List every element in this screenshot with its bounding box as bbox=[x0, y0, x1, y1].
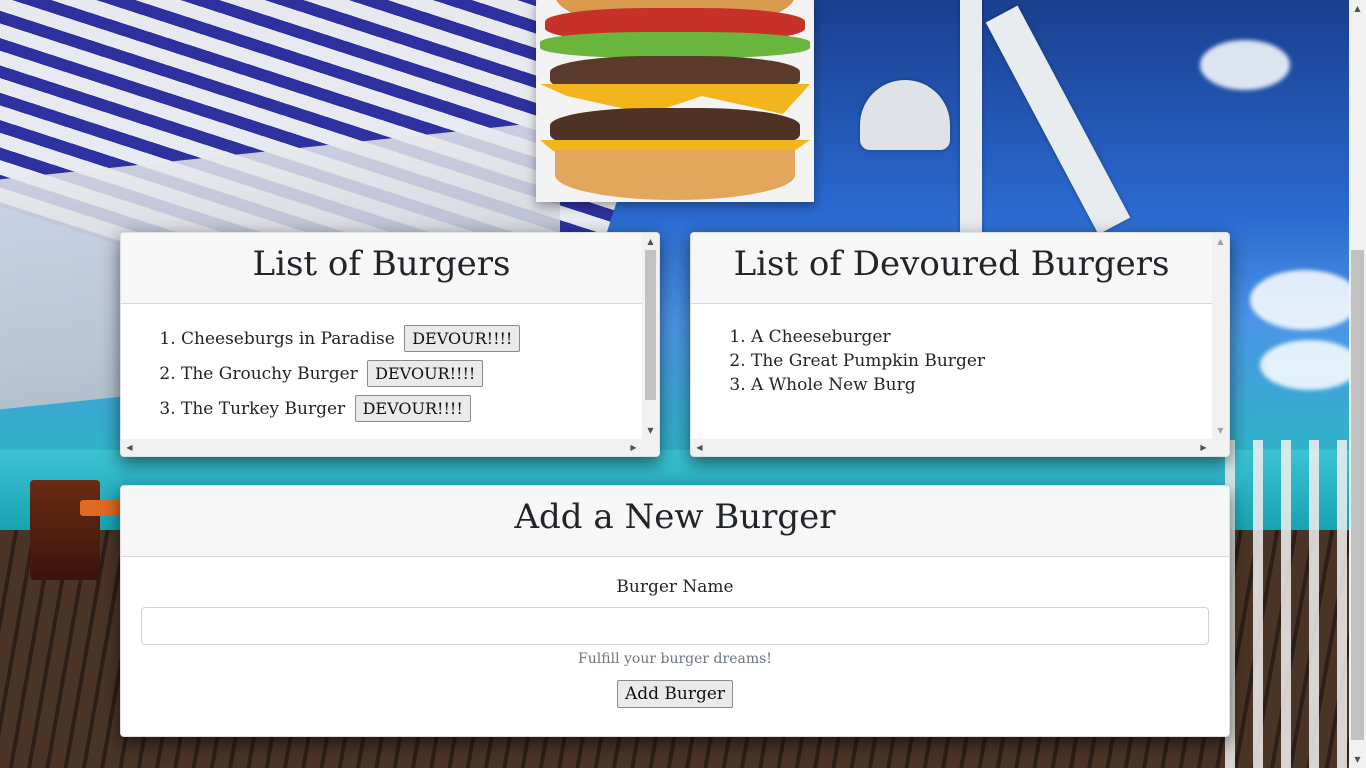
list-item: The Turkey Burger DEVOUR!!!! bbox=[181, 395, 642, 422]
list-item: A Whole New Burg bbox=[751, 373, 1212, 397]
devour-button[interactable]: DEVOUR!!!! bbox=[354, 395, 471, 422]
burger-list: Cheeseburgs in Paradise DEVOUR!!!! The G… bbox=[121, 304, 642, 422]
list-item: Cheeseburgs in Paradise DEVOUR!!!! bbox=[181, 325, 642, 352]
arrow-up-icon[interactable]: ▲ bbox=[642, 233, 659, 250]
burger-name: The Grouchy Burger bbox=[181, 364, 358, 384]
wall-lamp bbox=[860, 80, 950, 150]
arrow-left-icon[interactable]: ◀ bbox=[121, 439, 138, 456]
burger-image bbox=[536, 0, 814, 202]
list-item: The Great Pumpkin Burger bbox=[751, 349, 1212, 373]
cloud bbox=[1250, 270, 1360, 330]
add-burger-card: Add a New Burger Burger Name Fulfill you… bbox=[120, 485, 1230, 737]
add-burger-button[interactable]: Add Burger bbox=[616, 680, 734, 708]
scrollbar-thumb[interactable] bbox=[1351, 250, 1364, 740]
arrow-right-icon[interactable]: ▶ bbox=[1195, 439, 1212, 456]
burger-list-body: Cheeseburgs in Paradise DEVOUR!!!! The G… bbox=[121, 304, 642, 439]
cloud bbox=[1200, 40, 1290, 90]
railing bbox=[1225, 440, 1366, 768]
pergola-beam bbox=[985, 5, 1131, 235]
pergola-post bbox=[960, 0, 982, 240]
vertical-scrollbar[interactable]: ▲ ▼ bbox=[642, 233, 659, 439]
devoured-list-card: List of Devoured Burgers A Cheeseburger … bbox=[690, 232, 1230, 457]
arrow-down-icon[interactable]: ▼ bbox=[642, 422, 659, 439]
page-scrollbar[interactable]: ▲ ▼ bbox=[1349, 0, 1366, 768]
devour-button[interactable]: DEVOUR!!!! bbox=[404, 325, 521, 352]
arrow-up-icon[interactable]: ▲ bbox=[1349, 0, 1366, 17]
add-burger-form: Burger Name Fulfill your burger dreams! … bbox=[121, 577, 1229, 708]
arrow-right-icon[interactable]: ▶ bbox=[625, 439, 642, 456]
vertical-scrollbar[interactable]: ▲ ▼ bbox=[1212, 233, 1229, 439]
burger-list-card: List of Burgers Cheeseburgs in Paradise … bbox=[120, 232, 660, 457]
burger-name-label: Burger Name bbox=[616, 577, 734, 597]
devoured-list: A Cheeseburger The Great Pumpkin Burger … bbox=[691, 304, 1212, 397]
cloud bbox=[1260, 340, 1360, 390]
arrow-left-icon[interactable]: ◀ bbox=[691, 439, 708, 456]
add-burger-title: Add a New Burger bbox=[121, 486, 1229, 557]
bun-bottom bbox=[555, 150, 795, 200]
horizontal-scrollbar[interactable]: ◀ ▶ bbox=[121, 439, 659, 456]
list-item: A Cheeseburger bbox=[751, 325, 1212, 349]
help-text: Fulfill your burger dreams! bbox=[578, 651, 772, 667]
lettuce bbox=[540, 32, 810, 58]
arrow-down-icon[interactable]: ▼ bbox=[1212, 422, 1229, 439]
horizontal-scrollbar[interactable]: ◀ ▶ bbox=[691, 439, 1229, 456]
arrow-up-icon[interactable]: ▲ bbox=[1212, 233, 1229, 250]
burger-name: Cheeseburgs in Paradise bbox=[181, 329, 395, 349]
deck-chair bbox=[30, 480, 100, 580]
list-item: The Grouchy Burger DEVOUR!!!! bbox=[181, 360, 642, 387]
arrow-down-icon[interactable]: ▼ bbox=[1349, 751, 1366, 768]
devour-button[interactable]: DEVOUR!!!! bbox=[367, 360, 484, 387]
scrollbar-thumb[interactable] bbox=[645, 250, 656, 400]
burger-name: The Turkey Burger bbox=[181, 399, 346, 419]
devoured-list-body: A Cheeseburger The Great Pumpkin Burger … bbox=[691, 304, 1212, 439]
burger-list-title: List of Burgers bbox=[121, 233, 642, 304]
burger-name-input[interactable] bbox=[141, 607, 1209, 645]
devoured-list-title: List of Devoured Burgers bbox=[691, 233, 1212, 304]
